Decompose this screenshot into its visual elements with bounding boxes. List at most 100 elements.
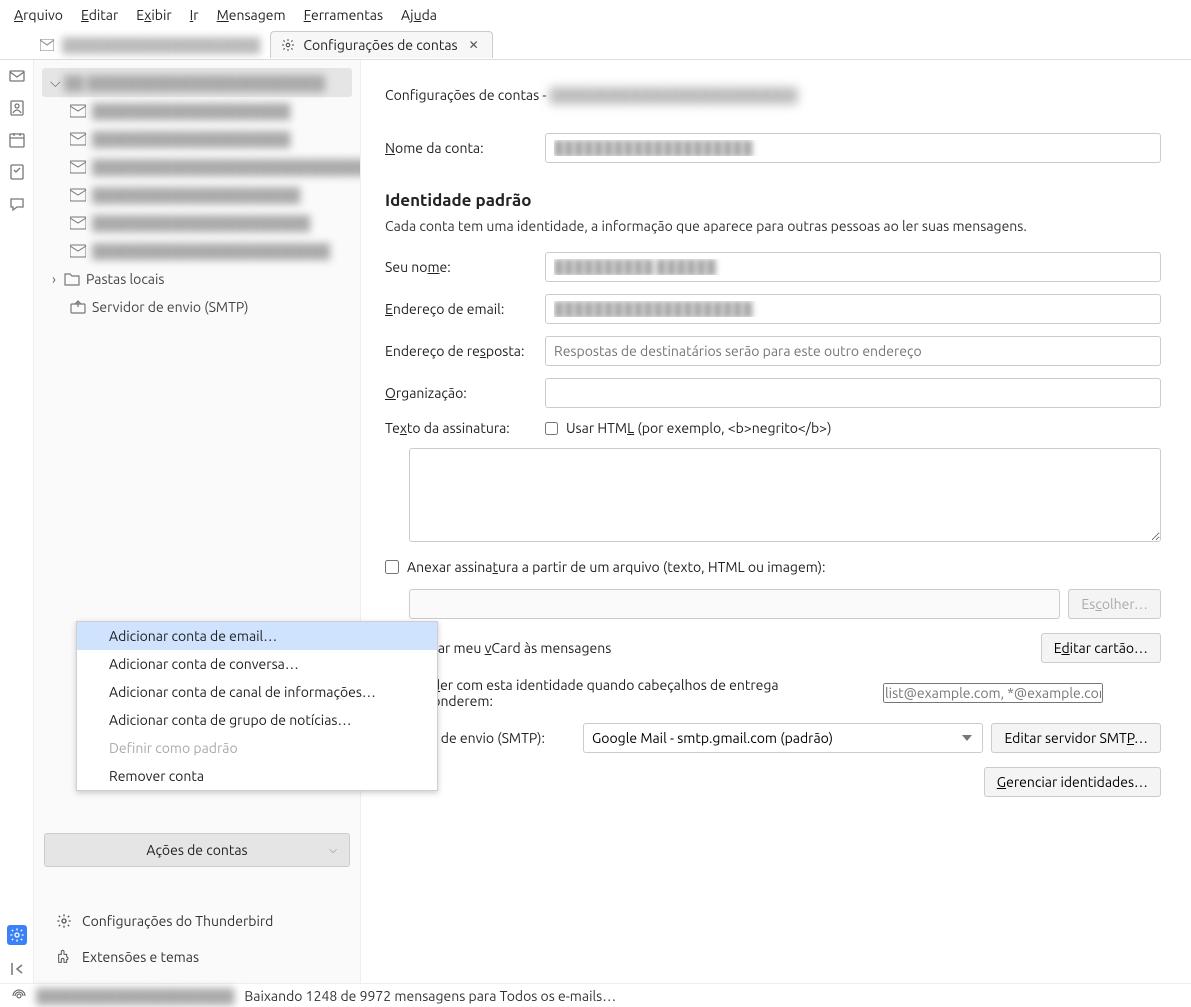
status-message: Baixando 1248 de 9972 mensagens para Tod… <box>244 988 616 1004</box>
account-row[interactable]: ⌵ ██ ████████████████████████ <box>42 68 352 97</box>
account-actions-label: Ações de contas <box>146 842 247 858</box>
sig-file-row: Anexar assinatura a partir de um arquivo… <box>385 559 1161 575</box>
email-label: Endereço de email: <box>385 301 537 317</box>
sig-file-path-input[interactable] <box>409 589 1060 619</box>
your-name-row: Seu nome: <box>385 252 1161 282</box>
tab-strip: ████████████████████ Configurações de co… <box>0 30 1191 60</box>
menu-ir[interactable]: Ir <box>182 4 207 26</box>
menu-set-default: Definir como padrão <box>77 734 437 762</box>
smtp-select[interactable]: Google Mail - smtp.gmail.com (padrão) <box>583 723 983 753</box>
chevron-down-icon[interactable]: ⌵ <box>50 74 58 91</box>
org-row: Organização: <box>385 378 1161 408</box>
account-sub-row[interactable]: ██████████████████████ <box>42 209 352 237</box>
tab-account-settings[interactable]: Configurações de contas ✕ <box>270 31 492 58</box>
identity-description: Cada conta tem uma identidade, a informa… <box>385 218 1161 234</box>
sig-file-checkbox[interactable] <box>385 560 399 574</box>
main-area: ⌵ ██ ████████████████████████ ██████████… <box>0 60 1191 983</box>
local-folders-label: Pastas locais <box>86 271 164 287</box>
account-name-row: Nome da conta: <box>385 133 1161 163</box>
manage-identities-button[interactable]: Gerenciar identidades… <box>984 767 1161 797</box>
edit-smtp-button[interactable]: Editar servidor SMTP… <box>991 723 1161 753</box>
reply-input[interactable] <box>545 336 1161 366</box>
menu-add-email-account[interactable]: Adicionar conta de email… <box>77 622 437 650</box>
account-sub-row[interactable]: ████████████████████████ <box>42 237 352 265</box>
mail-icon[interactable] <box>9 68 25 84</box>
signature-label: Texto da assinatura: <box>385 420 537 436</box>
mail-icon <box>70 188 86 202</box>
activity-icon <box>12 989 26 1003</box>
content-pane: Configurações de contas - ██████████████… <box>361 60 1191 983</box>
outbox-icon <box>70 300 86 314</box>
account-sub-row[interactable]: ████████████████████ <box>42 97 352 125</box>
account-name-label: Nome da conta: <box>385 140 537 156</box>
account-sub-row[interactable]: █████████████████████ <box>42 181 352 209</box>
spaces-toolbar <box>0 60 34 983</box>
smtp-row: Servidor de envio (SMTP): Google Mail - … <box>385 723 1161 753</box>
mail-icon <box>70 132 86 146</box>
mail-icon <box>70 216 86 230</box>
account-name-input[interactable] <box>545 133 1161 163</box>
menu-ferramentas[interactable]: Ferramentas <box>296 4 391 26</box>
gear-outline-icon <box>281 38 295 52</box>
email-input[interactable] <box>545 294 1161 324</box>
menu-remove-account[interactable]: Remover conta <box>77 762 437 790</box>
menu-add-chat-account[interactable]: Adicionar conta de conversa… <box>77 650 437 678</box>
account-tree-pane: ⌵ ██ ████████████████████████ ██████████… <box>34 60 361 983</box>
identity-header: Identidade padrão <box>385 191 1161 210</box>
status-account: ████████████████████ <box>36 988 234 1004</box>
mail-icon <box>70 244 86 258</box>
respond-identity-input[interactable] <box>883 683 1103 703</box>
menu-mensagem[interactable]: Mensagem <box>209 4 294 26</box>
respond-identity-label: Responder com esta identidade quando cab… <box>385 677 875 709</box>
menu-add-feed-account[interactable]: Adicionar conta de canal de informações… <box>77 678 437 706</box>
folder-icon <box>64 272 80 286</box>
use-html-checkbox[interactable] <box>545 422 558 435</box>
thunderbird-settings-link[interactable]: Configurações do Thunderbird <box>44 905 350 937</box>
org-label: Organização: <box>385 385 537 401</box>
manage-identities-row: Gerenciar identidades… <box>385 767 1161 797</box>
org-input[interactable] <box>545 378 1161 408</box>
vcard-label: Anexar meu vCard às mensagens <box>406 640 1033 656</box>
account-actions-button[interactable]: Ações de contas ⌵ <box>44 833 350 867</box>
calendar-icon[interactable] <box>9 132 25 148</box>
thunderbird-settings-label: Configurações do Thunderbird <box>82 913 273 929</box>
menu-arquivo[interactable]: Arquivo <box>6 4 71 26</box>
extensions-link[interactable]: Extensões e temas <box>44 941 350 973</box>
menu-ajuda[interactable]: Ajuda <box>393 4 445 26</box>
smtp-label: Servidor de envio (SMTP) <box>92 299 248 315</box>
menu-editar[interactable]: Editar <box>73 4 126 26</box>
address-book-icon[interactable] <box>9 100 25 116</box>
your-name-input[interactable] <box>545 252 1161 282</box>
local-folders-row[interactable]: › Pastas locais <box>42 265 352 293</box>
mail-icon <box>70 104 86 118</box>
page-title: Configurações de contas - ██████████████… <box>385 80 1161 105</box>
chevron-down-icon: ⌵ <box>329 844 337 856</box>
account-sub-row[interactable]: ████████████████████ <box>42 125 352 153</box>
tab-mail-account[interactable]: ████████████████████ <box>30 32 270 58</box>
menu-add-news-account[interactable]: Adicionar conta de grupo de notícias… <box>77 706 437 734</box>
extensions-label: Extensões e temas <box>82 949 199 965</box>
sidebar-footer: Ações de contas ⌵ Configurações do Thund… <box>34 823 360 983</box>
reply-label: Endereço de resposta: <box>385 343 537 359</box>
email-row: Endereço de email: <box>385 294 1161 324</box>
tasks-icon[interactable] <box>9 164 25 180</box>
reply-row: Endereço de resposta: <box>385 336 1161 366</box>
tab-mail-label: ████████████████████ <box>62 37 260 53</box>
sig-file-label: Anexar assinatura a partir de um arquivo… <box>407 559 825 575</box>
mail-icon <box>40 39 54 51</box>
chat-icon[interactable] <box>9 196 25 212</box>
puzzle-icon <box>56 949 72 965</box>
collapse-icon[interactable] <box>9 961 25 977</box>
signature-textarea[interactable] <box>409 448 1161 542</box>
settings-icon[interactable] <box>7 925 27 945</box>
edit-card-button[interactable]: Editar cartão… <box>1041 633 1161 663</box>
gear-icon <box>56 913 72 929</box>
menubar: Arquivo Editar Exibir Ir Mensagem Ferram… <box>0 0 1191 30</box>
smtp-row[interactable]: Servidor de envio (SMTP) <box>42 293 352 321</box>
close-icon[interactable]: ✕ <box>466 37 482 53</box>
respond-identity-row: Responder com esta identidade quando cab… <box>385 677 1161 709</box>
account-actions-menu: Adicionar conta de email… Adicionar cont… <box>76 621 438 791</box>
menu-exibir[interactable]: Exibir <box>128 4 179 26</box>
account-sub-row[interactable]: █████████████████████████████ <box>42 153 352 181</box>
chevron-right-icon[interactable]: › <box>50 271 58 287</box>
